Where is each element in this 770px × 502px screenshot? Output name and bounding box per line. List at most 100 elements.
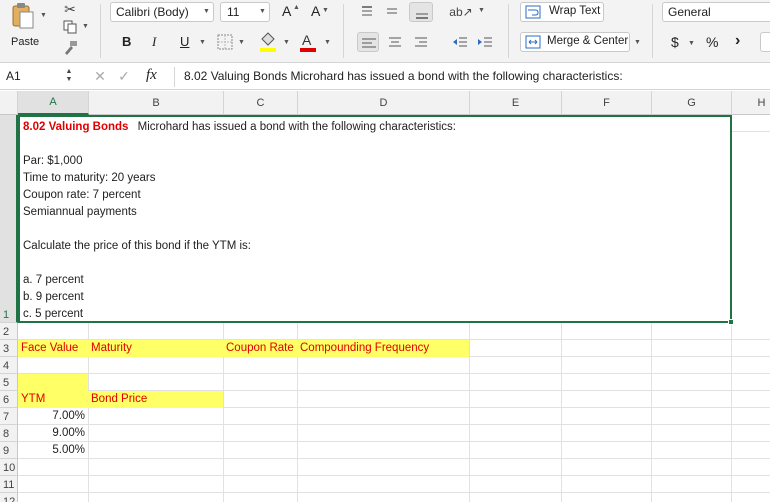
col-header-g[interactable]: G [652, 91, 732, 115]
orientation-dropdown-icon[interactable]: ▼ [478, 7, 485, 14]
underline-button[interactable]: U [180, 34, 189, 49]
row-header-12[interactable]: 12 [0, 493, 18, 502]
font-color-dropdown-icon[interactable]: ▼ [324, 39, 331, 46]
row-header-5[interactable]: 5 [0, 374, 18, 391]
fx-icon[interactable]: fx [146, 67, 157, 84]
formula-content[interactable]: 8.02 Valuing Bonds Microhard has issued … [184, 69, 623, 83]
grid-line [561, 323, 562, 502]
ribbon-separator [508, 4, 509, 58]
font-size-value: 11 [227, 5, 240, 19]
borders-icon[interactable] [214, 32, 236, 52]
row-header-3[interactable]: 3 [0, 340, 18, 357]
grid-line [732, 131, 770, 132]
confirm-icon[interactable]: ✓ [116, 67, 132, 85]
merge-icon [525, 35, 541, 49]
row-header-6[interactable]: 6 [0, 391, 18, 408]
cell-b3[interactable]: Maturity [88, 340, 223, 357]
fill-color-icon[interactable] [256, 30, 280, 54]
formula-bar: A1 ▲ ▼ ✕ ✓ fx 8.02 Valuing Bonds Microhar… [0, 62, 770, 90]
align-top-icon[interactable] [357, 2, 377, 22]
svg-text:A: A [302, 32, 312, 48]
shrink-font-arrow-icon: ▼ [322, 7, 329, 14]
name-box-stepper-icon[interactable]: ▲ ▼ [64, 67, 74, 85]
formula-separator [174, 67, 175, 87]
cell-a8[interactable]: 9.00% [18, 425, 88, 442]
col-header-d[interactable]: D [298, 91, 470, 115]
align-bottom-icon[interactable] [409, 2, 433, 22]
chevron-down-icon: ▼ [259, 8, 266, 15]
row-header-9[interactable]: 9 [0, 442, 18, 459]
cell-a6[interactable]: YTM [18, 391, 88, 408]
col-header-a[interactable]: A [18, 91, 89, 115]
currency-button[interactable]: $ [671, 34, 679, 50]
a1-par: Par: $1,000 [23, 155, 83, 167]
more-number-options[interactable] [760, 32, 770, 52]
number-format-value: General [668, 5, 711, 19]
align-left-icon[interactable] [357, 32, 379, 52]
shrink-font-button[interactable]: A [311, 3, 320, 19]
format-painter-icon[interactable] [60, 38, 80, 58]
cell-c3[interactable]: Coupon Rate [223, 340, 297, 357]
col-header-b[interactable]: B [89, 91, 224, 115]
align-middle-icon[interactable] [382, 2, 402, 22]
underline-dropdown-icon[interactable]: ▼ [199, 39, 206, 46]
currency-dropdown-icon[interactable]: ▼ [688, 40, 695, 47]
grid-line [18, 458, 770, 459]
fill-color-dropdown-icon[interactable]: ▼ [283, 39, 290, 46]
row-header-10[interactable]: 10 [0, 459, 18, 476]
font-color-icon[interactable]: A [296, 30, 320, 54]
paste-dropdown-icon[interactable]: ▼ [40, 12, 47, 19]
col-header-h[interactable]: H [732, 91, 770, 115]
row-header-4[interactable]: 4 [0, 357, 18, 374]
font-name-dropdown[interactable]: Calibri (Body) ▼ [110, 2, 214, 22]
col-header-f[interactable]: F [562, 91, 652, 115]
grow-font-button[interactable]: A [282, 3, 291, 19]
grid-line [18, 424, 770, 425]
merged-cell-a1[interactable]: 8.02 Valuing Bonds Microhard has issued … [18, 115, 734, 325]
cell-a9[interactable]: 5.00% [18, 442, 88, 459]
cell-a3[interactable]: Face Value [18, 340, 88, 357]
cell-a5[interactable] [18, 374, 88, 391]
row-header-11[interactable]: 11 [0, 476, 18, 493]
increase-indent-icon[interactable] [474, 32, 496, 52]
row-header-2[interactable]: 2 [0, 323, 18, 340]
ribbon-separator [343, 4, 344, 58]
cell-d3[interactable]: Compounding Frequency [297, 340, 469, 357]
a1-semi: Semiannual payments [23, 206, 137, 218]
comma-style-button[interactable]: › [735, 32, 740, 50]
select-all-corner[interactable] [0, 91, 18, 115]
percent-button[interactable]: % [706, 34, 718, 50]
fill-handle[interactable] [728, 319, 734, 325]
font-size-dropdown[interactable]: 11 ▼ [220, 2, 270, 22]
col-header-c[interactable]: C [224, 91, 298, 115]
cell-a7[interactable]: 7.00% [18, 408, 88, 425]
align-right-icon[interactable] [410, 32, 432, 52]
copy-icon[interactable] [60, 18, 80, 36]
row-header-1[interactable]: 1 [0, 115, 18, 323]
cell-b6[interactable]: Bond Price [88, 391, 223, 408]
ribbon-separator [100, 4, 101, 58]
decrease-indent-icon[interactable] [449, 32, 471, 52]
align-center-icon[interactable] [384, 32, 406, 52]
col-header-e[interactable]: E [470, 91, 562, 115]
borders-dropdown-icon[interactable]: ▼ [238, 39, 245, 46]
number-format-dropdown[interactable]: General [662, 2, 770, 22]
row-header-8[interactable]: 8 [0, 425, 18, 442]
cancel-icon[interactable]: ✕ [92, 67, 108, 85]
font-name-value: Calibri (Body) [116, 5, 189, 19]
a1-time: Time to maturity: 20 years [23, 172, 156, 184]
italic-button[interactable]: I [152, 34, 156, 50]
copy-dropdown-icon[interactable]: ▼ [82, 23, 89, 30]
a1-opt-a: a. 7 percent [23, 274, 84, 286]
bold-button[interactable]: B [122, 34, 131, 49]
paste-label[interactable]: Paste [11, 36, 39, 48]
merge-center-button[interactable]: Merge & Center [520, 32, 630, 52]
row-header-7[interactable]: 7 [0, 408, 18, 425]
name-box[interactable]: A1 [6, 69, 21, 83]
paste-icon[interactable] [8, 2, 38, 30]
cut-icon[interactable]: ✂ [60, 0, 80, 18]
wrap-text-button[interactable]: Wrap Text [520, 2, 604, 22]
a1-title-line: 8.02 Valuing Bonds Microhard has issued … [23, 121, 456, 133]
orientation-icon[interactable]: ab↗ [449, 2, 472, 22]
merge-dropdown-icon[interactable]: ▼ [634, 39, 641, 46]
